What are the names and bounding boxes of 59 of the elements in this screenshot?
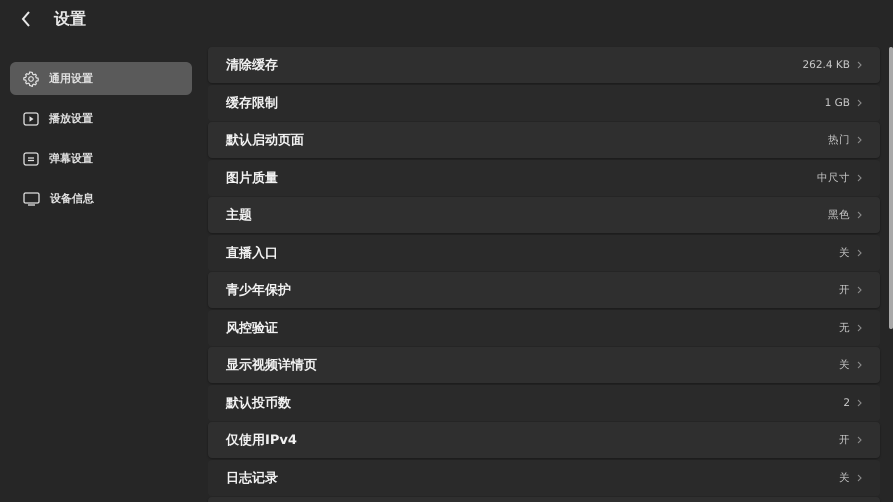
back-icon[interactable] bbox=[21, 11, 31, 27]
chevron-icon bbox=[857, 474, 862, 482]
chevron-icon bbox=[857, 436, 862, 444]
sidebar-item[interactable]: 弹幕设置 bbox=[10, 142, 192, 175]
settings-row[interactable]: 仅使用IPv4 开 bbox=[208, 422, 880, 458]
setting-value: 关 bbox=[839, 358, 850, 372]
setting-value: 关 bbox=[839, 470, 850, 484]
chevron-icon bbox=[857, 398, 862, 406]
settings-row[interactable]: 显示视频详情页 关 bbox=[208, 347, 880, 383]
settings-row[interactable]: 风控验证 无 bbox=[208, 310, 880, 346]
page-title: 设置 bbox=[54, 8, 86, 30]
settings-row[interactable]: 青少年保护 开 bbox=[208, 272, 880, 308]
subtitle-icon bbox=[23, 152, 39, 166]
setting-label: 仅使用IPv4 bbox=[226, 432, 298, 449]
scrollbar-thumb[interactable] bbox=[889, 47, 893, 329]
settings-row[interactable]: 日志记录 关 bbox=[208, 460, 880, 496]
setting-value: 开 bbox=[839, 283, 850, 297]
play-icon bbox=[23, 112, 39, 126]
settings-row[interactable]: 直播入口 关 bbox=[208, 234, 880, 270]
setting-value: 1 GB bbox=[824, 96, 850, 108]
settings-row[interactable]: 清除缓存 262.4 KB bbox=[208, 47, 880, 83]
setting-value: 热门 bbox=[828, 133, 850, 147]
setting-label: 直播入口 bbox=[226, 244, 279, 262]
settings-row[interactable]: 默认启动页面 热门 bbox=[208, 122, 880, 158]
setting-value: 中尺寸 bbox=[817, 170, 850, 184]
settings-row[interactable]: 图片质量 中尺寸 bbox=[208, 160, 880, 196]
setting-label: 图片质量 bbox=[226, 170, 279, 186]
setting-label: 日志记录 bbox=[226, 470, 279, 486]
setting-value: 2 bbox=[843, 396, 850, 408]
setting-label: 缓存限制 bbox=[226, 94, 279, 112]
setting-value: 黑色 bbox=[828, 208, 850, 222]
chevron-icon bbox=[857, 286, 862, 294]
chevron-icon bbox=[857, 211, 862, 219]
setting-label: 默认启动页面 bbox=[226, 132, 305, 149]
setting-label: 显示视频详情页 bbox=[226, 356, 318, 374]
chevron-icon bbox=[857, 174, 862, 182]
sidebar-item[interactable]: 设备信息 bbox=[10, 182, 192, 215]
gear-icon bbox=[23, 70, 39, 86]
setting-value: 关 bbox=[839, 246, 850, 260]
setting-value: 开 bbox=[839, 433, 850, 447]
setting-label: 风控验证 bbox=[226, 320, 279, 336]
chevron-icon bbox=[857, 248, 862, 256]
monitor-icon bbox=[23, 192, 40, 206]
chevron-icon bbox=[857, 136, 862, 144]
setting-label: 青少年保护 bbox=[226, 282, 292, 299]
chevron-icon bbox=[857, 361, 862, 369]
chevron-icon bbox=[857, 324, 862, 332]
settings-row[interactable]: 主题 黑色 bbox=[208, 197, 880, 233]
settings-row[interactable]: 默认投币数 2 bbox=[208, 384, 880, 420]
setting-label: 默认投币数 bbox=[226, 394, 292, 412]
setting-value: 262.4 KB bbox=[802, 59, 850, 71]
setting-value: 无 bbox=[839, 320, 850, 334]
setting-label: 主题 bbox=[226, 206, 253, 224]
chevron-icon bbox=[857, 98, 862, 106]
chevron-icon bbox=[857, 61, 862, 69]
sidebar-item[interactable]: 播放设置 bbox=[10, 102, 192, 135]
sidebar-item[interactable]: 通用设置 bbox=[10, 62, 192, 95]
settings-row[interactable]: 缓存限制 1 GB bbox=[208, 84, 880, 120]
setting-label: 清除缓存 bbox=[226, 57, 279, 74]
